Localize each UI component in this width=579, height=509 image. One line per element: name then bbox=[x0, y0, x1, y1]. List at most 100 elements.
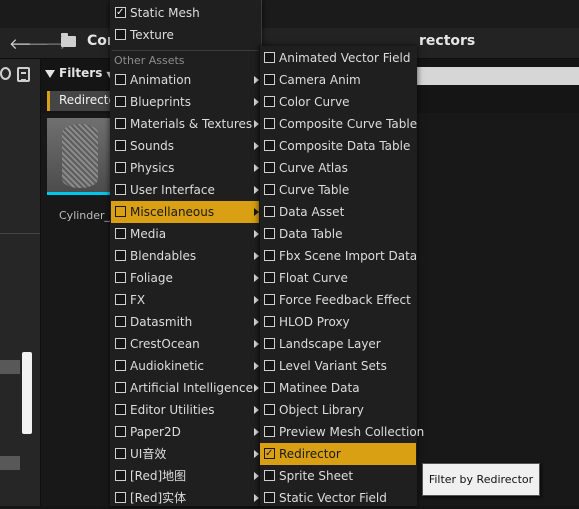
checkbox[interactable] bbox=[115, 228, 126, 239]
checkbox[interactable] bbox=[264, 74, 275, 85]
asset-type-animated-vector-field[interactable]: Animated Vector Field bbox=[260, 47, 416, 69]
checkbox[interactable] bbox=[264, 228, 275, 239]
filters-label: Filters bbox=[59, 66, 103, 80]
checkbox[interactable] bbox=[115, 184, 126, 195]
category-artificial-intelligence[interactable]: Artificial Intelligence bbox=[111, 377, 260, 399]
category-paper2d[interactable]: Paper2D bbox=[111, 421, 260, 443]
checkbox[interactable] bbox=[264, 140, 275, 151]
checkbox[interactable] bbox=[264, 443, 275, 465]
checkbox[interactable] bbox=[264, 272, 275, 283]
asset-type-curve-table[interactable]: Curve Table bbox=[260, 179, 416, 201]
menu-item-label: Fbx Scene Import Data bbox=[279, 249, 418, 263]
sources-scrollbar[interactable] bbox=[22, 352, 32, 434]
asset-type-static-mesh[interactable]: Static Mesh bbox=[111, 2, 260, 24]
checkbox[interactable] bbox=[264, 470, 275, 481]
checkbox[interactable] bbox=[115, 316, 126, 327]
checkbox[interactable] bbox=[115, 2, 126, 24]
asset-type-color-curve[interactable]: Color Curve bbox=[260, 91, 416, 113]
category-datasmith[interactable]: Datasmith bbox=[111, 311, 260, 333]
sources-row[interactable] bbox=[0, 456, 20, 470]
category-animation[interactable]: Animation bbox=[111, 69, 260, 91]
checkbox[interactable] bbox=[264, 162, 275, 173]
asset-type-camera-anim[interactable]: Camera Anim bbox=[260, 69, 416, 91]
search-icon[interactable] bbox=[0, 67, 11, 80]
category-fx[interactable]: FX bbox=[111, 289, 260, 311]
asset-type-float-curve[interactable]: Float Curve bbox=[260, 267, 416, 289]
asset-type-data-table[interactable]: Data Table bbox=[260, 223, 416, 245]
checkbox[interactable] bbox=[264, 184, 275, 195]
asset-type-force-feedback-effect[interactable]: Force Feedback Effect bbox=[260, 289, 416, 311]
list-view-icon[interactable] bbox=[17, 67, 30, 82]
asset-type-data-asset[interactable]: Data Asset bbox=[260, 201, 416, 223]
category-ui[interactable]: UI音效 bbox=[111, 443, 260, 465]
asset-type-redirector[interactable]: Redirector bbox=[260, 443, 416, 465]
checkbox[interactable] bbox=[264, 338, 275, 349]
checkbox[interactable] bbox=[264, 316, 275, 327]
checkbox[interactable] bbox=[115, 140, 126, 151]
checkbox[interactable] bbox=[115, 338, 126, 349]
checkbox[interactable] bbox=[264, 426, 275, 437]
asset-type-hlod-proxy[interactable]: HLOD Proxy bbox=[260, 311, 416, 333]
checkbox[interactable] bbox=[115, 29, 126, 40]
checkbox[interactable] bbox=[264, 52, 275, 63]
checkbox[interactable] bbox=[115, 426, 126, 437]
category-media[interactable]: Media bbox=[111, 223, 260, 245]
checkbox[interactable] bbox=[115, 74, 126, 85]
menu-item-label: Curve Table bbox=[279, 183, 350, 197]
menu-item-label: Datasmith bbox=[130, 315, 193, 329]
checkbox[interactable] bbox=[115, 272, 126, 283]
asset-type-curve-atlas[interactable]: Curve Atlas bbox=[260, 157, 416, 179]
checkbox[interactable] bbox=[115, 492, 126, 503]
category-physics[interactable]: Physics bbox=[111, 157, 260, 179]
path-segment-right[interactable]: rectors bbox=[419, 33, 475, 49]
category-audiokinetic[interactable]: Audiokinetic bbox=[111, 355, 260, 377]
checkbox[interactable] bbox=[115, 404, 126, 415]
asset-type-preview-mesh-collection[interactable]: Preview Mesh Collection bbox=[260, 421, 424, 443]
asset-type-object-library[interactable]: Object Library bbox=[260, 399, 416, 421]
checkbox[interactable] bbox=[264, 360, 275, 371]
category-editor-utilities[interactable]: Editor Utilities bbox=[111, 399, 260, 421]
category-sounds[interactable]: Sounds bbox=[111, 135, 260, 157]
checkbox[interactable] bbox=[115, 448, 126, 459]
checkbox[interactable] bbox=[115, 206, 126, 217]
sources-row-selected[interactable] bbox=[0, 360, 20, 374]
folder-icon bbox=[61, 33, 76, 47]
checkbox[interactable] bbox=[264, 250, 275, 261]
checkbox[interactable] bbox=[115, 382, 126, 393]
category-user-interface[interactable]: User Interface bbox=[111, 179, 260, 201]
asset-type-composite-data-table[interactable]: Composite Data Table bbox=[260, 135, 416, 157]
checkbox[interactable] bbox=[264, 206, 275, 217]
checkbox[interactable] bbox=[115, 250, 126, 261]
asset-type-texture[interactable]: Texture bbox=[111, 24, 260, 46]
asset-type-level-variant-sets[interactable]: Level Variant Sets bbox=[260, 355, 416, 377]
checkbox[interactable] bbox=[264, 118, 275, 129]
category-red[interactable]: [Red]地图 bbox=[111, 465, 260, 487]
asset-type-fbx-scene-import-data[interactable]: Fbx Scene Import Data bbox=[260, 245, 418, 267]
checkbox[interactable] bbox=[115, 294, 126, 305]
checkbox[interactable] bbox=[115, 470, 126, 481]
category-miscellaneous[interactable]: Miscellaneous bbox=[111, 201, 260, 223]
menu-item-label: Physics bbox=[130, 161, 175, 175]
checkbox[interactable] bbox=[115, 96, 126, 107]
category-foliage[interactable]: Foliage bbox=[111, 267, 260, 289]
checkbox[interactable] bbox=[264, 382, 275, 393]
category-blueprints[interactable]: Blueprints bbox=[111, 91, 260, 113]
asset-type-composite-curve-table[interactable]: Composite Curve Table bbox=[260, 113, 417, 135]
asset-type-landscape-layer[interactable]: Landscape Layer bbox=[260, 333, 416, 355]
category-materials-textures[interactable]: Materials & Textures bbox=[111, 113, 260, 135]
checkbox[interactable] bbox=[264, 96, 275, 107]
checkbox[interactable] bbox=[264, 404, 275, 415]
checkbox[interactable] bbox=[115, 162, 126, 173]
checkbox[interactable] bbox=[115, 360, 126, 371]
asset-type-sprite-sheet[interactable]: Sprite Sheet bbox=[260, 465, 416, 487]
checkbox[interactable] bbox=[264, 294, 275, 305]
filters-button[interactable]: Filters ▼ bbox=[45, 66, 113, 80]
menu-item-label: Redirector bbox=[279, 447, 341, 461]
checkbox[interactable] bbox=[115, 118, 126, 129]
asset-type-matinee-data[interactable]: Matinee Data bbox=[260, 377, 416, 399]
category-crestocean[interactable]: CrestOcean bbox=[111, 333, 260, 355]
filter-tooltip: Filter by Redirector bbox=[422, 463, 540, 496]
search-assets-input[interactable] bbox=[416, 67, 579, 85]
checkbox[interactable] bbox=[264, 492, 275, 503]
category-blendables[interactable]: Blendables bbox=[111, 245, 260, 267]
